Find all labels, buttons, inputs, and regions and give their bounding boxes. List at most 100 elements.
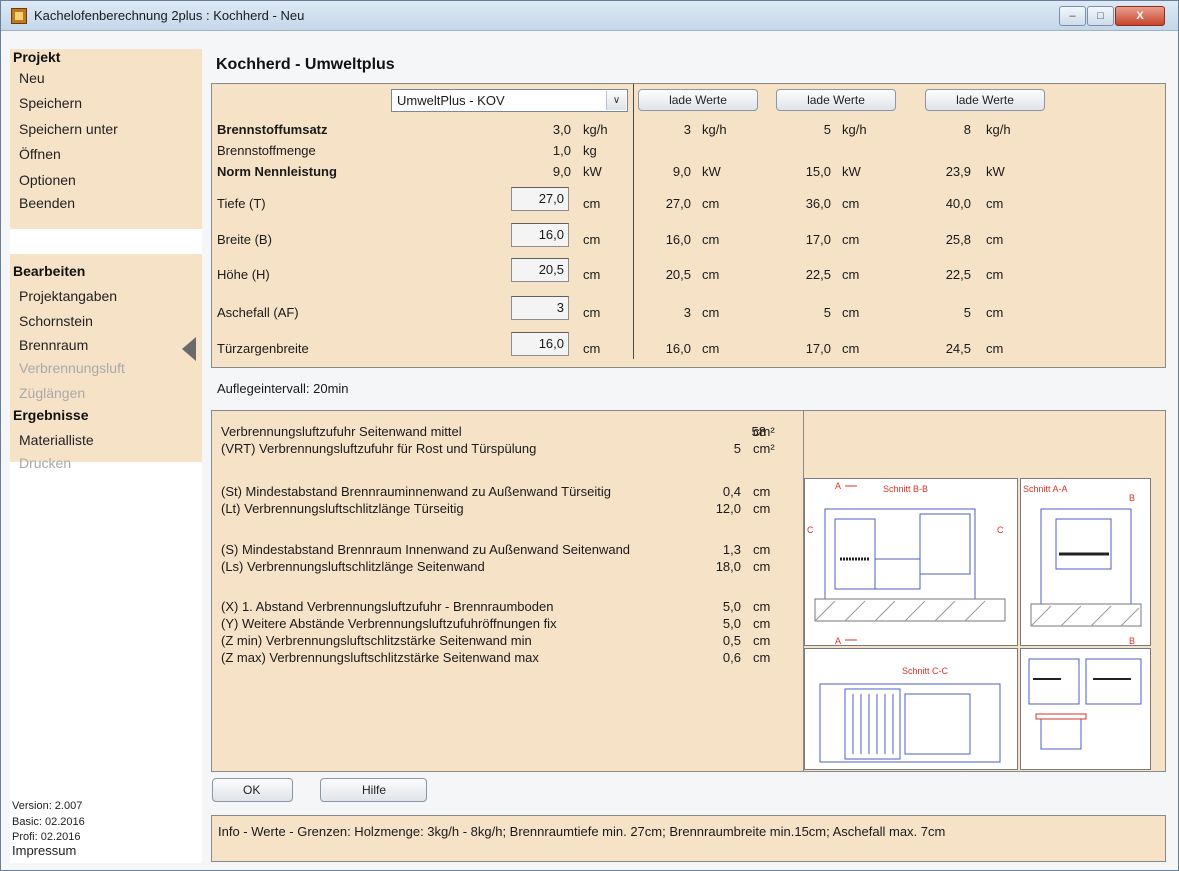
title-bar[interactable]: Kachelofenberechnung 2plus : Kochherd - … [1,1,1178,31]
col3-aschefall: 5 [963,305,971,320]
preset-select[interactable]: UmweltPlus - KOV ∨ [391,89,628,112]
unit-brennstoffumsatz: kg/h [583,122,608,137]
sidebar-item-speichern-unter[interactable]: Speichern unter [19,121,118,137]
result-value: 5 [733,441,741,456]
impressum-link[interactable]: Impressum [12,843,76,858]
col2-nennleistung: 15,0 [805,164,831,179]
col1-nennleistung: 9,0 [672,164,691,179]
sidebar-header-bearbeiten: Bearbeiten [13,263,86,279]
maximize-button[interactable]: □ [1087,6,1114,26]
col3-unit-aschefall: cm [986,305,1004,320]
col2-unit-aschefall: cm [842,305,860,320]
sidebar-item-optionen[interactable]: Optionen [19,172,76,188]
result-label: (Z max) Verbrennungsluftschlitzstärke Se… [221,650,539,665]
result-unit: cm [753,501,771,516]
load-values-button-2[interactable]: lade Werte [776,89,896,111]
col3-tuerzargenbreite: 24,5 [945,341,971,356]
unit-breite: cm [583,232,601,247]
col1-tiefe: 27,0 [665,196,691,211]
result-value: 5,0 [722,599,741,614]
panel-divider [633,84,634,359]
row-label-brennstoffmenge: Brennstoffmenge [217,143,316,158]
col2-tiefe: 36,0 [805,196,831,211]
tuerzargenbreite-input[interactable]: 16,0 [511,332,569,356]
svg-text:C: C [807,525,814,535]
hoehe-input[interactable]: 20,5 [511,258,569,282]
unit-tiefe: cm [583,196,601,211]
minimize-button[interactable]: – [1059,6,1086,26]
row-label-brennstoffumsatz: Brennstoffumsatz [217,122,328,137]
col2-aschefall: 5 [823,305,831,320]
sidebar-item-brennraum[interactable]: Brennraum [19,337,88,353]
col3-breite: 25,8 [945,232,971,247]
interval-label: Auflegeintervall: 20min [217,381,349,396]
hilfe-button[interactable]: Hilfe [320,778,427,802]
col1-unit-aschefall: cm [702,305,720,320]
svg-text:B: B [1129,636,1135,646]
unit-brennstoffmenge: kg [583,143,597,158]
aschefall-input[interactable]: 3 [511,296,569,320]
result-unit: cm² [753,441,775,456]
row-label-breite: Breite (B) [217,232,272,247]
col2-unit-tiefe: cm [842,196,860,211]
info-box: Info - Werte - Grenzen: Holzmenge: 3kg/h… [211,815,1166,862]
result-value: 12,0 [715,501,741,516]
load-values-button-3[interactable]: lade Werte [925,89,1045,111]
basic-version-label: Basic: 02.2016 [12,816,85,828]
value-brennstoffmenge: 1,0 [552,143,571,158]
col1-aschefall: 3 [683,305,691,320]
result-label: (Ls) Verbrennungsluftschlitzlänge Seiten… [221,559,485,574]
sidebar-item-beenden[interactable]: Beenden [19,195,75,211]
col2-breite: 17,0 [805,232,831,247]
row-label-aschefall: Aschefall (AF) [217,305,299,320]
result-unit: cm [753,616,771,631]
sidebar-item-speichern[interactable]: Speichern [19,95,82,111]
preset-select-value: UmweltPlus - KOV [397,93,505,108]
info-text: Info - Werte - Grenzen: Holzmenge: 3kg/h… [218,824,946,839]
sidebar-item-projektangaben[interactable]: Projektangaben [19,288,117,304]
col1-unit-tiefe: cm [702,196,720,211]
breite-input[interactable]: 16,0 [511,223,569,247]
ok-button[interactable]: OK [212,778,293,802]
col3-hoehe: 22,5 [945,267,971,282]
result-label: (X) 1. Abstand Verbrennungsluftzufuhr - … [221,599,554,614]
version-label: Version: 2.007 [12,800,83,812]
value-nennleistung: 9,0 [552,164,571,179]
col3-unit-hoehe: cm [986,267,1004,282]
col2-unit-hoehe: cm [842,267,860,282]
drawing-overview [1020,648,1151,770]
close-button[interactable]: X [1115,6,1165,26]
unit-tuerzargenbreite: cm [583,341,601,356]
svg-text:B: B [1129,493,1135,503]
sidebar-item-zuglaengen: Züglängen [19,385,86,401]
unit-nennleistung: kW [583,164,602,179]
col2-brennstoffumsatz: 5 [823,122,831,137]
result-unit: cm [753,650,771,665]
result-value: 0,6 [722,650,741,665]
col1-unit-brennstoffumsatz: kg/h [702,122,727,137]
col1-brennstoffumsatz: 3 [683,122,691,137]
col2-unit-breite: cm [842,232,860,247]
unit-hoehe: cm [583,267,601,282]
drawing-schnitt-aa: Schnitt A-A B B [1020,478,1151,646]
app-window: Kachelofenberechnung 2plus : Kochherd - … [0,0,1179,871]
drawing-schnitt-cc: Schnitt C-C [804,648,1018,770]
app-icon [11,8,27,24]
tiefe-input[interactable]: 27,0 [511,187,569,211]
sidebar-item-neu[interactable]: Neu [19,70,45,86]
col1-unit-nennleistung: kW [702,164,721,179]
col1-unit-hoehe: cm [702,267,720,282]
chevron-down-icon[interactable]: ∨ [606,91,626,110]
result-value: 1,3 [722,542,741,557]
col1-tuerzargenbreite: 16,0 [665,341,691,356]
sidebar-item-materialliste[interactable]: Materialliste [19,432,94,448]
sidebar-item-schornstein[interactable]: Schornstein [19,313,93,329]
col3-tiefe: 40,0 [945,196,971,211]
sidebar-header-projekt: Projekt [13,49,61,65]
load-values-button-1[interactable]: lade Werte [638,89,758,111]
row-label-tuerzargenbreite: Türzargenbreite [217,341,309,356]
sidebar-item-drucken: Drucken [19,455,72,471]
sidebar-item-oeffnen[interactable]: Öffnen [19,146,61,162]
result-unit: cm [753,542,771,557]
schnitt-cc-label: Schnitt C-C [902,666,949,676]
